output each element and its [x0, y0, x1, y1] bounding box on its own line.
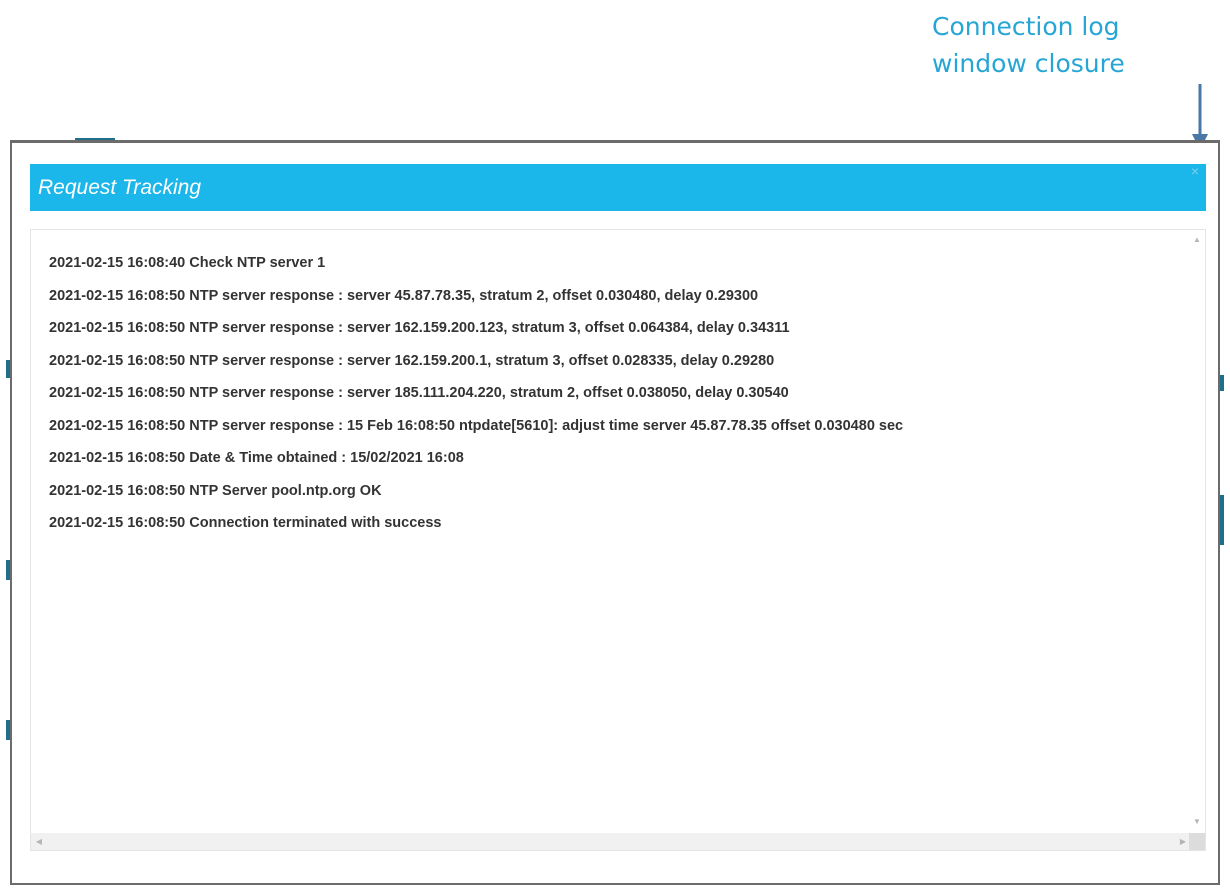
- log-panel[interactable]: 2021-02-15 16:08:40 Check NTP server 1 20…: [30, 229, 1206, 851]
- scroll-down-icon[interactable]: ▼: [1192, 818, 1202, 826]
- background-edge: [1220, 495, 1224, 545]
- log-line: 2021-02-15 16:08:40 Check NTP server 1: [49, 255, 326, 271]
- background-edge: [1220, 375, 1224, 391]
- dialog-title: Request Tracking: [38, 176, 202, 199]
- vertical-scrollbar[interactable]: ▲ ▼: [1189, 230, 1205, 834]
- log-line: 2021-02-15 16:08:50 NTP server response …: [49, 287, 759, 304]
- log-line: 2021-02-15 16:08:50 NTP server response …: [49, 385, 789, 401]
- annotation-line-1: Connection log: [932, 12, 1120, 41]
- log-line: 2021-02-15 16:08:50 NTP server response …: [49, 320, 790, 336]
- log-line: 2021-02-15 16:08:50 Connection terminate…: [49, 515, 442, 531]
- annotation-line-2: window closure: [932, 49, 1125, 78]
- scrollbar-corner: [1189, 833, 1205, 850]
- log-line: 2021-02-15 16:08:50 NTP server response …: [49, 352, 775, 369]
- log-line: 2021-02-15 16:08:50 NTP Server pool.ntp.…: [49, 482, 382, 499]
- log-line: 2021-02-15 16:08:50 NTP server response …: [49, 417, 904, 434]
- horizontal-scrollbar[interactable]: ◀ ▶: [31, 833, 1191, 850]
- close-icon[interactable]: ×: [1188, 164, 1202, 178]
- log-list: 2021-02-15 16:08:40 Check NTP server 1 20…: [49, 254, 903, 547]
- dialog-footer: [12, 853, 1218, 883]
- request-tracking-dialog: Request Tracking × 2021-02-15 16:08:40 C…: [10, 140, 1220, 885]
- scroll-up-icon[interactable]: ▲: [1192, 236, 1202, 244]
- dialog-header: Request Tracking ×: [30, 164, 1206, 211]
- annotation-callout: Connection log window closure: [932, 8, 1172, 82]
- log-line: 2021-02-15 16:08:50 Date & Time obtained…: [49, 450, 464, 466]
- scroll-right-icon[interactable]: ▶: [1178, 838, 1188, 846]
- scroll-left-icon[interactable]: ◀: [34, 838, 44, 846]
